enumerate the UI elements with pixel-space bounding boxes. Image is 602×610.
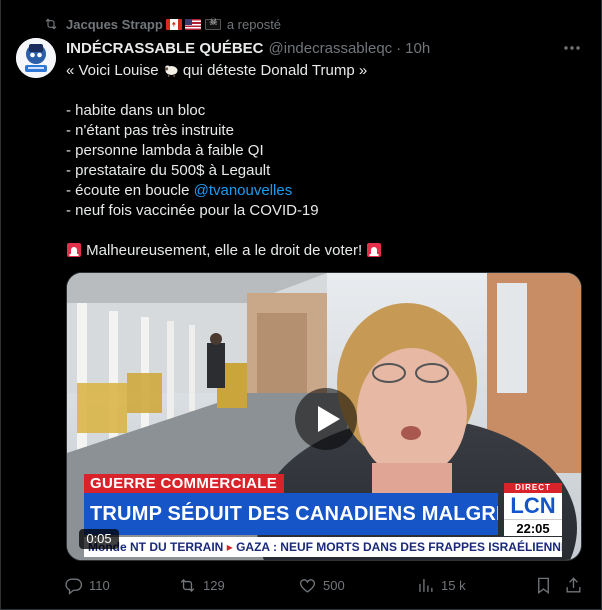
mention-link[interactable]: @tvanouvelles (194, 182, 293, 199)
play-icon (317, 406, 340, 432)
reply-count: 110 (89, 577, 110, 593)
views-count: 15 k (441, 577, 466, 593)
reply-button[interactable]: 110 (64, 574, 110, 596)
like-button[interactable]: 500 (298, 574, 345, 596)
live-badge: DIRECT (504, 483, 562, 493)
tweet-line-1: « Voici Louise qui déteste Donald Trump … (66, 61, 576, 81)
tweet-line-4: - personne lambda à faible QI (66, 142, 264, 159)
play-button[interactable] (295, 388, 357, 450)
repost-label: a reposté (226, 16, 282, 32)
channel-logo: LCN (504, 493, 562, 519)
tweet-line-1-end: qui déteste Donald Trump » (178, 62, 368, 79)
bookmark-icon (538, 577, 549, 594)
tweet-line-1-start: « Voici Louise (66, 62, 163, 79)
tweet-time[interactable]: 10h (405, 40, 430, 57)
retweet-count: 129 (203, 577, 225, 593)
header-separator: · (396, 39, 402, 57)
tweet-line-5: - prestataire du 500$ à Legault (66, 162, 271, 179)
avatar[interactable] (16, 38, 56, 78)
heart-icon (299, 578, 316, 593)
repost-icon (45, 18, 57, 30)
siren-emoji-icon (67, 243, 81, 257)
tweet-line-8-text: Malheureusement, elle a le droit de vote… (82, 242, 367, 259)
tweet-line-7: - neuf fois vaccinée pour la COVID-19 (66, 202, 319, 219)
like-count: 500 (323, 577, 345, 593)
tweet-header: INDÉCRASSABLE QUÉBEC @indecrassableqc · … (66, 38, 430, 58)
retweet-button[interactable]: 129 (178, 574, 225, 596)
siren-emoji-icon (367, 243, 382, 257)
video-timecode: 0:05 (79, 529, 119, 549)
repost-user[interactable]: Jacques Strapp (66, 17, 163, 32)
tweet-actions: 110 129 500 15 k (58, 574, 588, 596)
author-name[interactable]: INDÉCRASSABLE QUÉBEC (66, 40, 264, 57)
views-icon (419, 578, 433, 592)
news-ticker: Monde NT DU TERRAIN ▸ GAZA : NEUF MORTS … (84, 537, 562, 557)
more-icon (564, 46, 580, 50)
news-headline-banner: TRUMP SÉDUIT DES CANADIENS MALGRÉ LES TA… (84, 493, 498, 535)
reply-icon (65, 577, 83, 595)
share-icon (566, 576, 581, 593)
share-button[interactable] (564, 574, 589, 596)
tweet-line-6-start: - écoute en boucle (66, 182, 194, 199)
sheep-emoji-icon (164, 65, 178, 77)
news-category-banner: GUERRE COMMERCIALE (84, 474, 284, 493)
ticker-text-1: NT DU TERRAIN (130, 540, 224, 554)
bookmark-button[interactable] (534, 574, 559, 596)
ticker-separator: ▸ (226, 540, 233, 554)
author-handle[interactable]: @indecrassableqc (269, 40, 393, 57)
tweet-text: « Voici Louise qui déteste Donald Trump … (66, 61, 576, 261)
avatar-image (16, 38, 56, 78)
pirate-flag-icon (204, 17, 221, 30)
retweet-icon (180, 578, 195, 592)
canada-flag-icon (165, 18, 182, 30)
tweet-line-3: - n'étant pas très instruite (66, 122, 234, 139)
more-options-button[interactable] (560, 38, 584, 58)
usa-flag-icon (184, 18, 201, 30)
broadcast-clock: 22:05 (504, 519, 562, 536)
tweet-line-8: Malheureusement, elle a le droit de vote… (66, 241, 576, 261)
repost-header: Jacques Strapp a reposté (42, 15, 281, 33)
views-button[interactable]: 15 k (416, 574, 466, 596)
ticker-text-2: GAZA : NEUF MORTS DANS DES FRAPPES ISRAÉ… (236, 540, 562, 554)
tweet-line-6: - écoute en boucle @tvanouvelles (66, 181, 576, 201)
tweet-line-2: - habite dans un bloc (66, 102, 206, 119)
